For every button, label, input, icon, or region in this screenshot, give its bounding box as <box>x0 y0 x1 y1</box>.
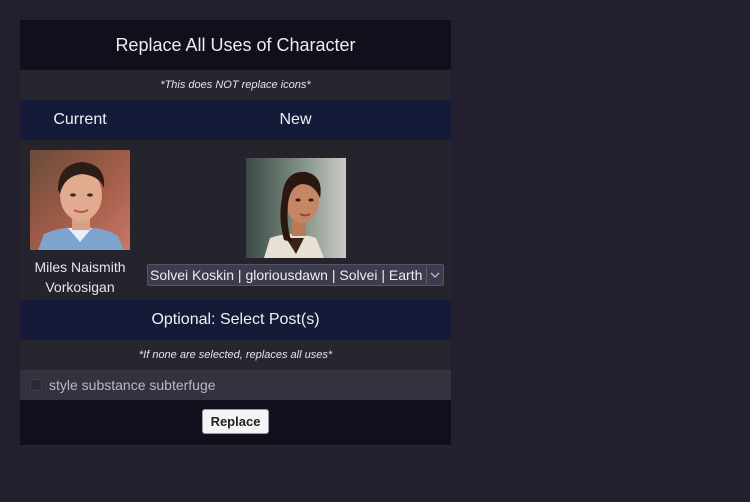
post-item[interactable]: style substance subterfuge <box>20 370 451 400</box>
footer-row: Replace <box>20 400 451 445</box>
post-label: style substance subterfuge <box>49 377 216 393</box>
posts-note-row: *If none are selected, replaces all uses… <box>20 340 451 370</box>
new-character-select[interactable]: Solvei Koskin | gloriousdawn | Solvei | … <box>147 264 444 286</box>
posts-note: *If none are selected, replaces all uses… <box>138 349 333 361</box>
new-column-header: New <box>279 111 312 128</box>
title-bar: Replace All Uses of Character <box>20 20 451 70</box>
column-header-row: Current New <box>20 100 451 140</box>
posts-header-row: Optional: Select Post(s) <box>20 300 451 340</box>
current-column-header: Current <box>53 111 107 128</box>
replace-character-panel: Replace All Uses of Character *This does… <box>20 20 451 447</box>
new-character-avatar <box>245 158 346 258</box>
replace-button[interactable]: Replace <box>201 408 270 434</box>
current-character-name: Miles Naismith Vorkosigan <box>34 259 126 295</box>
post-checkbox[interactable] <box>30 379 42 391</box>
icons-note-row: *This does NOT replace icons* <box>20 70 451 100</box>
current-character-avatar <box>30 150 130 250</box>
new-character-select-value: Solvei Koskin | gloriousdawn | Solvei | … <box>150 267 423 283</box>
icons-note: *This does NOT replace icons* <box>160 79 311 91</box>
characters-row: Miles Naismith Vorkosigan Solvei Koskin … <box>20 140 451 300</box>
new-character-cell: Solvei Koskin | gloriousdawn | Solvei | … <box>140 140 451 300</box>
page-title: Replace All Uses of Character <box>115 34 356 55</box>
posts-header: Optional: Select Post(s) <box>151 311 320 328</box>
chevron-down-icon <box>426 266 443 284</box>
current-character-cell: Miles Naismith Vorkosigan <box>20 140 140 300</box>
